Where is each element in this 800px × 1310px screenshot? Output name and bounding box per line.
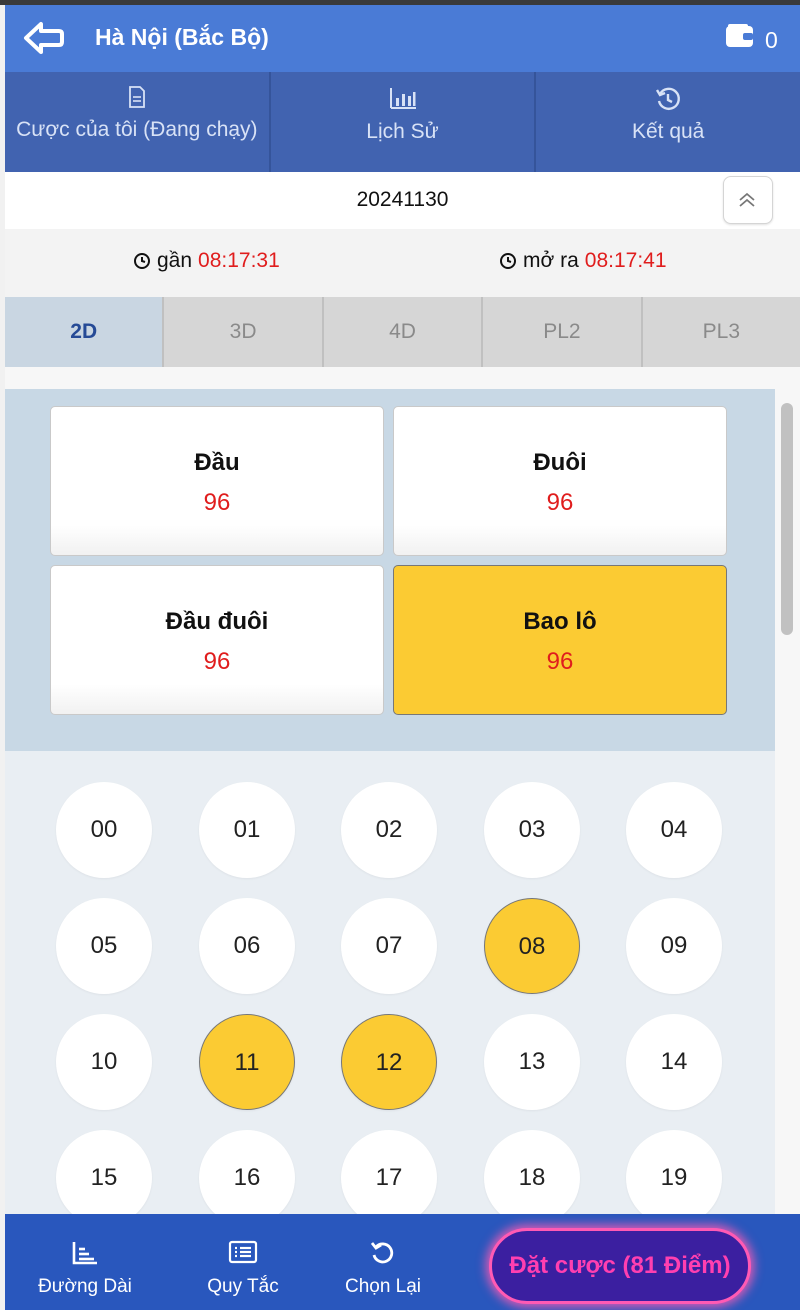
close-timer-label: gần [157, 249, 193, 272]
number-ball[interactable]: 02 [341, 782, 437, 878]
open-timer-label: mở ra [523, 249, 579, 272]
bet-type-panel: Đầu 96 Đuôi 96 Đầu đuôi 96 Bao lô 96 [5, 389, 775, 751]
number-ball[interactable]: 05 [56, 898, 152, 994]
tab-2d[interactable]: 2D [5, 297, 165, 367]
scrollbar-thumb[interactable] [781, 403, 793, 635]
period-date: 20241130 [356, 188, 449, 211]
rules-button[interactable]: Quy Tắc [193, 1214, 293, 1310]
tab-4d[interactable]: 4D [324, 297, 484, 367]
game-type-tabs: 2D 3D 4D PL2 PL3 [5, 297, 800, 367]
number-ball[interactable]: 01 [199, 782, 295, 878]
number-ball[interactable]: 00 [56, 782, 152, 878]
bet-type-card[interactable]: Đuôi 96 [393, 406, 727, 556]
scrollbar[interactable] [775, 389, 800, 1219]
page-title: Hà Nội (Bắc Bộ) [95, 24, 269, 50]
bet-type-name: Bao lô [523, 608, 597, 635]
wallet-icon [726, 24, 753, 47]
number-grid: 00 01 02 03 04 05 06 07 08 09 10 11 12 1… [5, 751, 775, 1226]
trend-chart-icon [72, 1242, 97, 1265]
number-ball[interactable]: 17 [341, 1130, 437, 1226]
number-ball[interactable]: 03 [484, 782, 580, 878]
chevron-up-icon [739, 192, 755, 207]
bet-type-odds: 96 [546, 489, 574, 516]
tab-pl3[interactable]: PL3 [643, 297, 800, 367]
bet-type-odds: 96 [203, 489, 231, 516]
back-button[interactable] [23, 21, 65, 55]
bet-type-card[interactable]: Đầu đuôi 96 [50, 565, 384, 715]
tab-results[interactable]: Kết quả [536, 72, 800, 172]
place-bet-button[interactable]: Đặt cược (81 Điểm) [489, 1228, 751, 1304]
spacer [5, 367, 800, 389]
bet-type-card[interactable]: Đầu 96 [50, 406, 384, 556]
number-ball[interactable]: 19 [626, 1130, 722, 1226]
number-ball[interactable]: 14 [626, 1014, 722, 1110]
back-arrow-icon [24, 22, 64, 54]
period-row: 20241130 [5, 172, 800, 229]
bar-chart-icon [389, 88, 416, 109]
open-timer-value: 08:17:41 [584, 249, 667, 272]
tab-label: Kết quả [631, 120, 705, 143]
collapse-button[interactable] [723, 176, 773, 224]
bottom-item-label: Quy Tắc [207, 1276, 279, 1297]
reset-icon [370, 1242, 394, 1264]
clock-icon [134, 253, 150, 269]
number-ball[interactable]: 13 [484, 1014, 580, 1110]
tab-label: Cược của tôi (Đang chạy) [16, 118, 258, 141]
tab-3d[interactable]: 3D [164, 297, 324, 367]
bet-type-odds: 96 [546, 648, 574, 675]
trend-button[interactable]: Đường Dài [25, 1214, 145, 1310]
tab-label: Lịch Sử [366, 120, 439, 143]
close-timer-value: 08:17:31 [198, 249, 280, 272]
number-ball-selected[interactable]: 08 [484, 898, 580, 994]
number-ball-selected[interactable]: 12 [341, 1014, 437, 1110]
bet-type-name: Đuôi [533, 449, 587, 476]
number-ball[interactable]: 07 [341, 898, 437, 994]
lottery-app: Hà Nội (Bắc Bộ) 0 Cược của tôi (Đang chạ… [5, 5, 800, 1310]
reset-button[interactable]: Chọn Lại [333, 1214, 433, 1310]
clock-icon [500, 253, 516, 269]
bet-type-odds: 96 [203, 648, 231, 675]
open-timer: mở ra 08:17:41 [499, 249, 667, 273]
top-tabs: Cược của tôi (Đang chạy) Lịch Sử Kết quả [5, 72, 800, 172]
bottom-bar: Đường Dài Quy Tắc Chọn Lại Đặt cược (81 … [5, 1214, 800, 1310]
number-ball[interactable]: 10 [56, 1014, 152, 1110]
bet-type-name: Đầu [194, 449, 240, 476]
bet-type-name: Đầu đuôi [165, 608, 269, 635]
tab-my-bets[interactable]: Cược của tôi (Đang chạy) [5, 72, 271, 172]
timer-row: gần 08:17:31 mở ra 08:17:41 [5, 229, 800, 297]
list-icon [228, 1240, 258, 1264]
number-ball[interactable]: 04 [626, 782, 722, 878]
bottom-item-label: Chọn Lại [344, 1276, 422, 1297]
history-icon [656, 87, 681, 110]
wallet-button[interactable] [725, 23, 755, 49]
number-ball[interactable]: 06 [199, 898, 295, 994]
bottom-item-label: Đường Dài [38, 1276, 132, 1297]
wallet-balance: 0 [765, 27, 778, 53]
bet-type-card-selected[interactable]: Bao lô 96 [393, 565, 727, 715]
document-icon [128, 86, 145, 108]
tab-pl2[interactable]: PL2 [483, 297, 643, 367]
number-ball[interactable]: 15 [56, 1130, 152, 1226]
close-timer: gần 08:17:31 [133, 249, 280, 273]
number-ball[interactable]: 16 [199, 1130, 295, 1226]
tab-history[interactable]: Lịch Sử [271, 72, 537, 172]
number-ball[interactable]: 18 [484, 1130, 580, 1226]
number-ball[interactable]: 09 [626, 898, 722, 994]
number-ball-selected[interactable]: 11 [199, 1014, 295, 1110]
app-header: Hà Nội (Bắc Bộ) 0 [5, 5, 800, 72]
